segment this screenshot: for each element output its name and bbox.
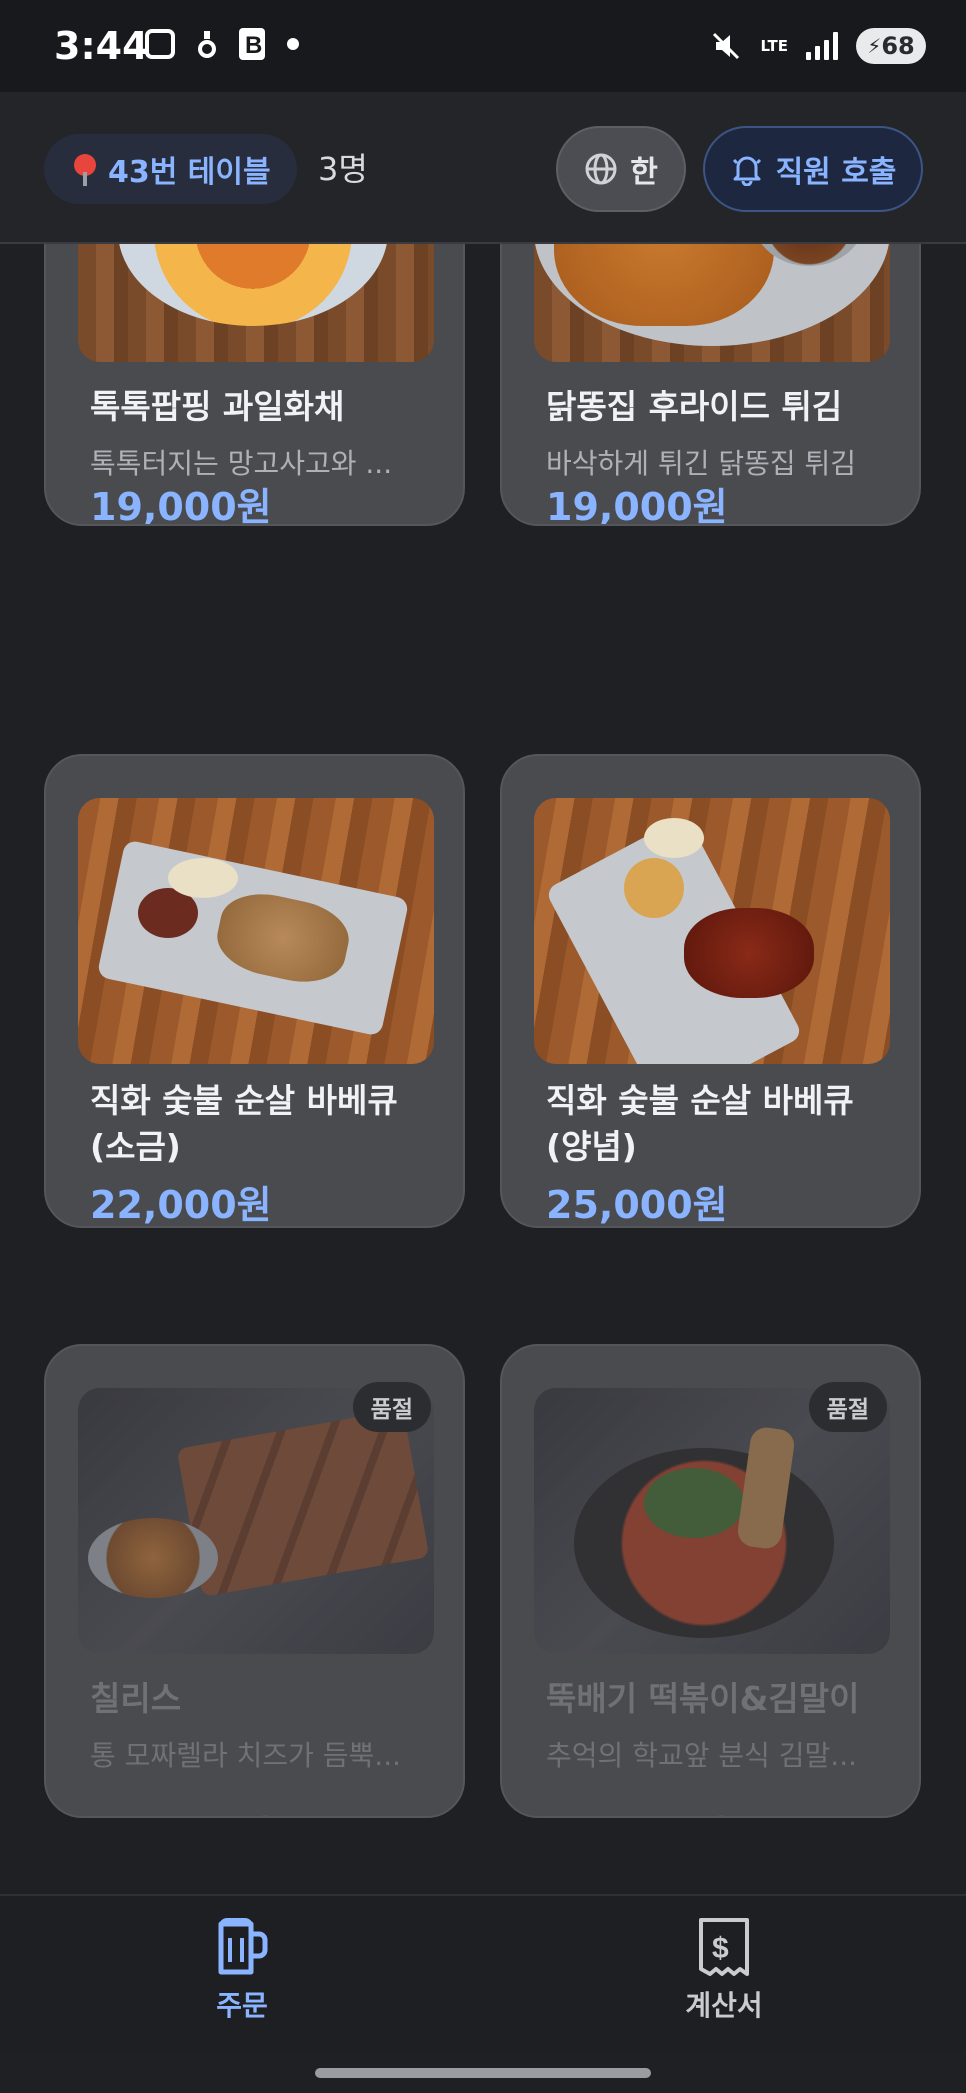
signal-icon [806, 32, 838, 60]
menu-name: 직화 숯불 순살 바베큐 (소금) [90, 1081, 398, 1166]
menu-card[interactable]: 직화 숯불 순살 바베큐 (양념) 25,000원 [500, 754, 921, 1228]
menu-photo [534, 244, 890, 362]
notification-icon [198, 31, 216, 58]
menu-price: 19,000원 [90, 1804, 272, 1816]
beer-mug-icon [218, 1918, 268, 1975]
menu-name: 닭똥집 후라이드 튀김 [546, 387, 843, 426]
status-time: 3:44 [54, 24, 149, 68]
menu-desc: 통 모짜렐라 치즈가 듬뿍... [90, 1739, 402, 1772]
menu-card[interactable]: 품절 칠리스 통 모짜렐라 치즈가 듬뿍... 19,000원 [44, 1344, 465, 1818]
nav-bill[interactable]: $ 계산서 [624, 1916, 824, 2024]
menu-grid: 톡톡팝핑 과일화채 톡톡터지는 망고사고와 ... 19,000원 닭똥집 후라… [0, 244, 966, 1894]
nav-order-label: 주문 [216, 1989, 268, 2022]
menu-name: 톡톡팝핑 과일화채 [90, 387, 345, 426]
menu-photo [78, 244, 434, 362]
screenshot-icon [145, 29, 175, 59]
status-system-icons: LTE ⚡ 68 [710, 28, 926, 64]
menu-price: 22,000원 [90, 1183, 272, 1227]
language-label: 한 [630, 155, 658, 190]
menu-photo [78, 798, 434, 1064]
network-type: LTE [760, 37, 788, 55]
menu-card[interactable]: 톡톡팝핑 과일화채 톡톡터지는 망고사고와 ... 19,000원 [44, 244, 465, 526]
menu-name: 직화 숯불 순살 바베큐 (양념) [546, 1081, 854, 1166]
more-notifications-icon [287, 38, 299, 50]
gesture-bar[interactable] [315, 2068, 651, 2078]
menu-card[interactable]: 닭똥집 후라이드 튀김 바삭하게 튀긴 닭똥집 튀김 19,000원 [500, 244, 921, 526]
menu-card[interactable]: 품절 뚝배기 떡볶이&김말이 추억의 학교앞 분식 김말... 15,000원 [500, 1344, 921, 1818]
menu-name: 뚝배기 떡볶이&김말이 [546, 1679, 860, 1718]
language-button[interactable]: 한 [556, 126, 686, 212]
menu-photo [534, 798, 890, 1064]
nav-bill-label: 계산서 [685, 1989, 763, 2022]
svg-text:$: $ [712, 1932, 729, 1965]
location-pin-icon [74, 154, 96, 186]
battery-icon: ⚡ 68 [856, 28, 926, 64]
call-staff-label: 직원 호출 [775, 155, 897, 190]
call-staff-button[interactable]: 직원 호출 [703, 126, 923, 212]
bottom-nav: 주문 $ 계산서 [0, 1894, 966, 2051]
soldout-badge: 품절 [808, 1382, 887, 1432]
battery-level: 68 [881, 32, 915, 60]
menu-price: 25,000원 [546, 1183, 728, 1227]
status-notification-icons: B [145, 28, 299, 60]
menu-desc: 추억의 학교앞 분식 김말... [546, 1739, 858, 1772]
svg-text:B: B [245, 32, 262, 59]
app-header: 43번 테이블 3명 한 직원 호출 [0, 92, 966, 244]
people-count: 3명 [318, 150, 368, 188]
nav-order[interactable]: 주문 [142, 1916, 342, 2024]
menu-price: 19,000원 [546, 485, 728, 526]
globe-icon [585, 153, 617, 185]
status-bar: 3:44 B LTE ⚡ 68 [0, 0, 966, 92]
bell-icon [732, 156, 761, 186]
soldout-badge: 품절 [352, 1382, 431, 1432]
menu-card[interactable]: 직화 숯불 순살 바베큐 (소금) 22,000원 [44, 754, 465, 1228]
mute-icon [713, 32, 740, 60]
table-chip[interactable]: 43번 테이블 [44, 134, 297, 204]
menu-price: 15,000원 [546, 1804, 728, 1816]
b-app-icon: B [239, 28, 265, 60]
menu-name: 칠리스 [90, 1679, 182, 1718]
table-label: 43번 테이블 [108, 155, 271, 190]
receipt-icon: $ [699, 1918, 749, 1976]
menu-price: 19,000원 [90, 485, 272, 526]
